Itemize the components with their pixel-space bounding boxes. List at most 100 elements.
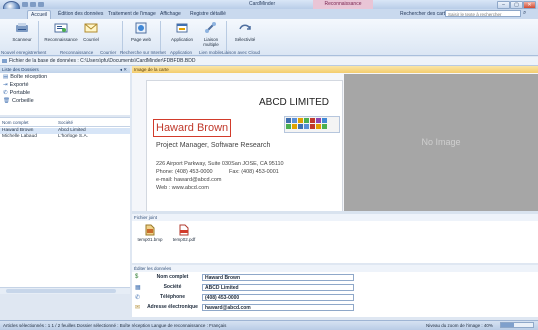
business-card-image[interactable]: ABCD LIMITED Haward Brown Project Manage…: [146, 80, 343, 212]
field-row-name: $ Nom complet Haward Brown: [135, 274, 354, 282]
maximize-button[interactable]: ▢: [510, 1, 523, 9]
folder-list-header: Liste des Dossiers ◂ ✕: [0, 66, 130, 73]
toolbar-icon[interactable]: [316, 124, 321, 129]
company-field[interactable]: ABCD Limited: [202, 284, 354, 291]
horizontal-scrollbar[interactable]: [0, 287, 130, 294]
close-button[interactable]: ✕: [523, 1, 536, 9]
scanner-label: Scanneur: [12, 37, 32, 42]
email-icon: ✉: [135, 305, 141, 311]
status-text: Articles sélectionnés : 1 1 / 2 feuilles…: [3, 323, 227, 328]
minimize-button[interactable]: –: [497, 1, 510, 9]
group-internet-search: Recherche sur Internet: [120, 50, 166, 55]
field-label: Nom complet: [156, 274, 189, 280]
folder-trash-label: Corbeille: [11, 98, 34, 104]
toolbar-icon[interactable]: [322, 118, 327, 123]
email-field[interactable]: haward@abcd.com: [202, 304, 354, 311]
card-image-header: Image de la carte: [132, 66, 538, 73]
inbox-icon: ▤: [3, 74, 9, 80]
toolbar-icon[interactable]: [286, 118, 291, 123]
application-button[interactable]: Application: [168, 22, 196, 42]
company-icon: ▦: [135, 285, 141, 291]
tab-traitement-image[interactable]: Traitement de l'image: [105, 10, 159, 19]
database-icon: [2, 58, 7, 63]
save-quick-icon[interactable]: [22, 2, 28, 7]
scanner-icon: [16, 23, 28, 32]
toolbar-icon[interactable]: [292, 124, 297, 129]
toolbar-icon[interactable]: [298, 124, 303, 129]
column-header-name[interactable]: Nom complet: [2, 120, 29, 125]
zoom-slider[interactable]: [500, 322, 534, 328]
folder-inbox[interactable]: ▤ Boîte réception: [0, 73, 130, 81]
toolbar-icon[interactable]: [286, 124, 291, 129]
card-phone: Phone: (408) 453-0000: [156, 169, 213, 175]
application-label: Application: [170, 37, 193, 42]
attachment-area: temp01.bmp temp02.pdf: [132, 221, 538, 263]
webpage-label: Page web: [130, 37, 151, 42]
no-image-text: No Image: [421, 137, 461, 147]
pdf-file-icon: [179, 224, 189, 236]
toolbar-icon[interactable]: [322, 124, 327, 129]
folder-exported[interactable]: ⇥ Exporté: [0, 81, 130, 89]
select-button[interactable]: Sélectivité: [230, 22, 260, 42]
redo-quick-icon[interactable]: [38, 2, 44, 7]
search-icon[interactable]: ⌕: [523, 10, 526, 17]
email-button[interactable]: Courriel: [80, 22, 102, 42]
recognize-button[interactable]: Reconnaissance: [44, 22, 78, 42]
trash-icon: 🗑: [3, 98, 10, 104]
group-recognition: Reconnaissance: [60, 50, 94, 55]
card-job-title: Project Manager, Software Research: [156, 142, 271, 149]
folder-trash[interactable]: 🗑 Corbeille: [0, 97, 130, 105]
select-icon: [239, 24, 251, 30]
group-mobile-link: Lien mobile: [199, 50, 223, 55]
card-toolbar[interactable]: [284, 116, 340, 133]
toolbar-icon[interactable]: [316, 118, 321, 123]
toolbar-icon[interactable]: [304, 124, 309, 129]
email-icon: [84, 23, 98, 33]
undo-quick-icon[interactable]: [30, 2, 36, 7]
select-label: Sélectivité: [234, 37, 256, 42]
link-multiple-button[interactable]: Liaison multiple: [198, 22, 224, 47]
export-icon: ⇥: [3, 82, 8, 88]
column-header-company[interactable]: Société: [58, 120, 73, 125]
email-label: Courriel: [83, 37, 99, 42]
folder-portable-label: Portable: [9, 90, 31, 96]
attachment-file[interactable]: temp01.bmp: [136, 224, 164, 242]
portable-icon: ✆: [3, 90, 8, 96]
database-path-bar: Fichier de la base de données : C:\Users…: [0, 57, 538, 66]
tab-affichage[interactable]: Affichage: [157, 10, 184, 19]
toolbar-icon[interactable]: [298, 118, 303, 123]
toolbar-icon[interactable]: [310, 118, 315, 123]
tab-registre-detaille[interactable]: Registre détaillé: [187, 10, 229, 19]
folder-portable[interactable]: ✆ Portable: [0, 89, 130, 97]
full-name-field[interactable]: Haward Brown: [202, 274, 354, 281]
link-icon: [205, 22, 216, 33]
recognize-icon: [54, 23, 68, 33]
attachment-file[interactable]: temp02.pdf: [170, 224, 198, 242]
group-mail: Courrier: [100, 50, 117, 55]
field-label: Adresse électronique: [147, 304, 198, 310]
scroll-thumb[interactable]: [6, 289, 116, 293]
phone-field[interactable]: (408) 453-0000: [202, 294, 354, 301]
recognize-label: Reconnaissance: [44, 37, 78, 42]
table-row[interactable]: Michelle Labaud L'horloge S.A.: [0, 134, 130, 140]
card-fax: Fax: (408) 453-0001: [229, 169, 279, 175]
window-title: CardMinder: [249, 1, 276, 7]
search-input[interactable]: Saisir le texte à rechercher: [445, 10, 521, 17]
card-address: 226 Airport Parkway, Suite 030San JOSE, …: [156, 161, 284, 167]
scanner-button[interactable]: Scanneur: [8, 22, 36, 42]
tab-edition-donnees[interactable]: Édition des données: [55, 10, 106, 19]
group-new-record: Nouvel enregistrement: [1, 50, 47, 55]
pane-pin-icon[interactable]: ◂ ✕: [120, 66, 127, 73]
edit-data-header: Éditer les données: [132, 265, 538, 272]
toolbar-icon[interactable]: [310, 124, 315, 129]
folder-inbox-label: Boîte réception: [10, 74, 48, 80]
toolbar-icon[interactable]: [292, 118, 297, 123]
folder-list-title: Liste des Dossiers: [2, 67, 39, 72]
attachment-title: Fichier joint: [134, 215, 158, 220]
webpage-button[interactable]: Page web: [130, 22, 152, 42]
toolbar-icon[interactable]: [304, 118, 309, 123]
attachment-filename: temp01.bmp: [137, 237, 163, 242]
edit-data-form: $ Nom complet Haward Brown ▦ Société ABC…: [132, 272, 538, 317]
contact-company: L'horloge S.A.: [58, 134, 88, 139]
context-tab-title: Reconnaissance: [313, 0, 373, 9]
